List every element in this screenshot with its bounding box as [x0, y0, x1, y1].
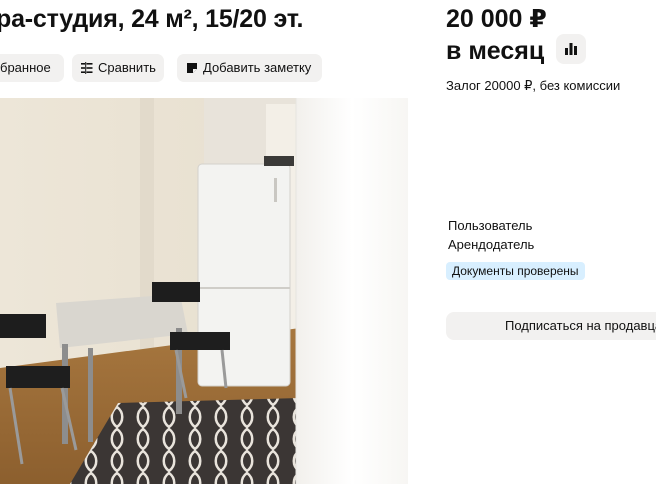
favorite-button[interactable]: бранное: [0, 54, 64, 82]
listing-title: ра-студия, 24 м², 15/20 эт.: [0, 5, 304, 33]
seller-name[interactable]: Пользователь: [448, 218, 532, 234]
compare-label: Сравнить: [98, 60, 156, 75]
favorite-label: бранное: [0, 60, 51, 75]
documents-verified-badge: Документы проверены: [446, 262, 585, 280]
add-note-label: Добавить заметку: [203, 60, 312, 75]
price-period: в месяц: [446, 37, 545, 65]
add-note-button[interactable]: Добавить заметку: [177, 54, 322, 82]
price: 20 000 ₽: [446, 5, 547, 33]
subscribe-seller-button[interactable]: Подписаться на продавца: [446, 312, 656, 340]
price-stats-button[interactable]: [556, 34, 586, 64]
apartment-photo-illustration: [0, 98, 408, 484]
note-icon: [187, 63, 197, 73]
compare-icon: [81, 62, 93, 74]
listing-photo[interactable]: [0, 98, 408, 484]
subscribe-label: Подписаться на продавца: [505, 318, 656, 333]
bar-chart-icon: [565, 43, 577, 55]
compare-button[interactable]: Сравнить: [72, 54, 164, 82]
seller-role: Арендодатель: [448, 237, 535, 252]
deposit-info: Залог 20000 ₽, без комиссии: [446, 78, 621, 93]
